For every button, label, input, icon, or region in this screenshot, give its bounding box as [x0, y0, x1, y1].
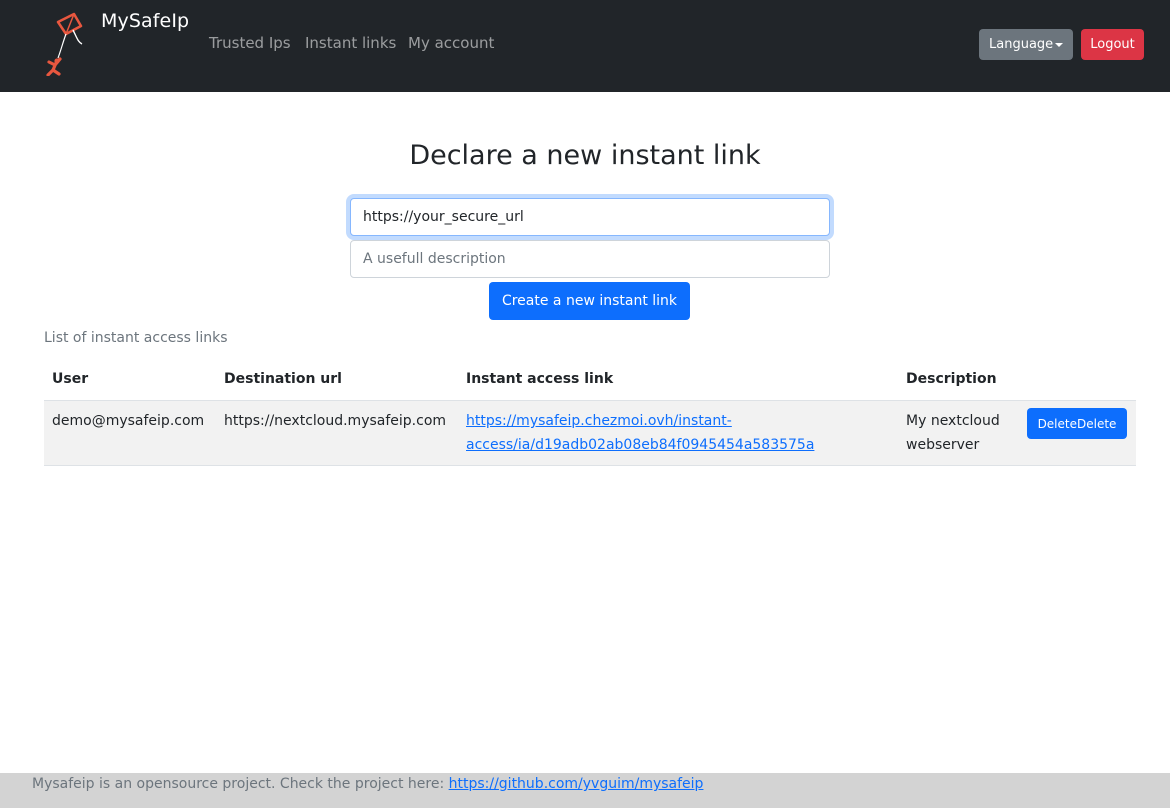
description-input[interactable]: [350, 240, 830, 278]
delete-button[interactable]: DeleteDelete: [1027, 408, 1127, 439]
kite-person-icon[interactable]: [44, 12, 86, 76]
caret-down-icon: [1055, 43, 1063, 47]
table-row-divider: [44, 465, 1136, 466]
nav-link-instant-links[interactable]: Instant links: [305, 34, 396, 52]
instant-link-line-1: https://mysafeip.chezmoi.ovh/instant-: [466, 413, 732, 429]
column-header-destination-url: Destination url: [224, 371, 342, 387]
nav-link-trusted-ips[interactable]: Trusted Ips: [209, 34, 291, 52]
table-header-divider: [44, 400, 1136, 401]
cell-user: demo@mysafeip.com: [52, 413, 205, 429]
nav-link-my-account[interactable]: My account: [408, 34, 494, 52]
top-navbar: MySafeIp Trusted Ips Instant links My ac…: [0, 0, 1170, 92]
language-dropdown-button[interactable]: Language: [979, 29, 1073, 60]
page-footer: Mysafeip is an opensource project. Check…: [0, 773, 1170, 808]
cell-destination-url: https://nextcloud.mysafeip.com: [224, 413, 447, 429]
column-header-user: User: [52, 371, 89, 387]
footer-github-link[interactable]: https://github.com/yvguim/mysafeip: [449, 776, 704, 792]
url-input[interactable]: [350, 198, 830, 236]
footer-text: Mysafeip is an opensource project. Check…: [32, 776, 449, 792]
cell-instant-link: https://mysafeip.chezmoi.ovh/instant-acc…: [466, 409, 814, 457]
brand-name[interactable]: MySafeIp: [101, 10, 189, 32]
list-caption: List of instant access links: [44, 330, 228, 346]
instant-access-link[interactable]: https://mysafeip.chezmoi.ovh/instant-acc…: [466, 413, 814, 453]
description-line-1: My nextcloud: [906, 413, 1000, 429]
column-header-instant-access-link: Instant access link: [466, 371, 614, 387]
cell-description: My nextcloud webserver: [906, 409, 1000, 457]
column-header-description: Description: [906, 371, 997, 387]
description-line-2: webserver: [906, 437, 980, 453]
instant-link-line-2: access/ia/d19adb02ab08eb84f0945454a58357…: [466, 437, 815, 453]
logout-button[interactable]: Logout: [1081, 29, 1144, 60]
page-title: Declare a new instant link: [409, 140, 761, 171]
language-label: Language: [989, 37, 1054, 52]
create-instant-link-button[interactable]: Create a new instant link: [489, 282, 690, 320]
